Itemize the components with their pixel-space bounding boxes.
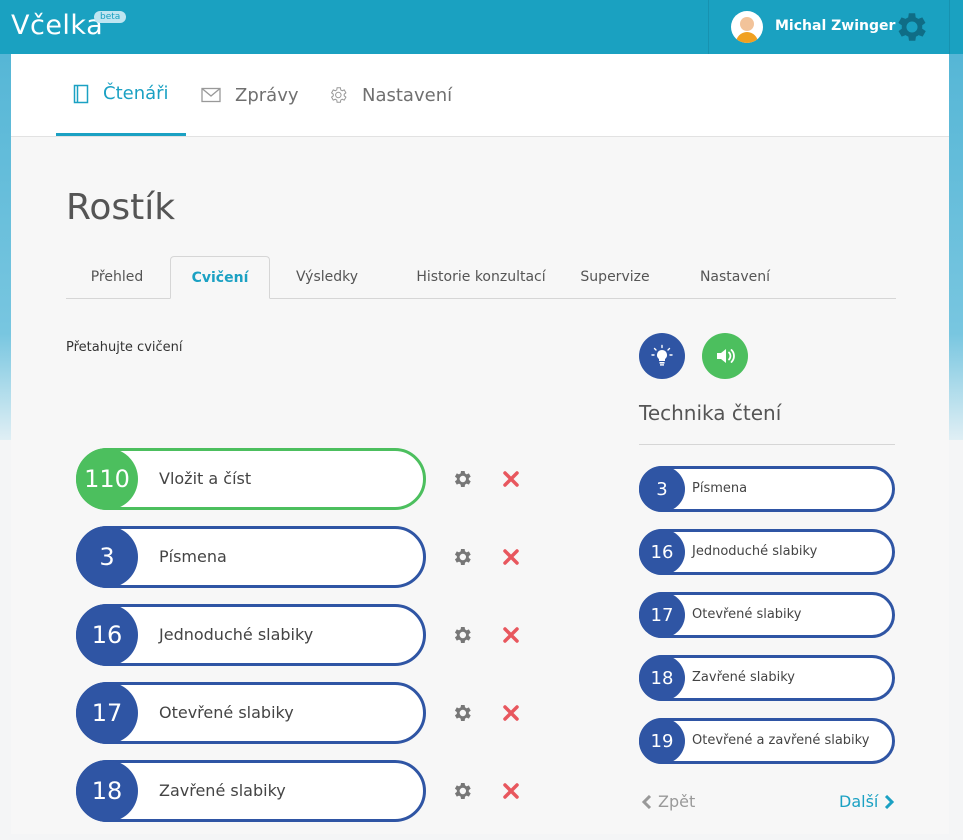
app-logo[interactable]: Včelka xyxy=(11,10,103,41)
delete-x-icon[interactable] xyxy=(501,625,521,645)
top-bar: Včelka beta Michal Zwinger xyxy=(0,0,963,54)
tab-consultation-history[interactable]: Historie konzultací xyxy=(391,256,571,298)
available-exercise-item[interactable]: 19 Otevřené a zavřené slabiky xyxy=(639,718,895,764)
available-exercise-item[interactable]: 18 Zavřené slabiky xyxy=(639,655,895,701)
nav-tab-messages-label: Zprávy xyxy=(235,84,299,106)
nav-tab-settings[interactable]: Nastavení xyxy=(328,54,452,136)
gear-icon xyxy=(328,85,348,105)
exercise-settings-gear-icon[interactable] xyxy=(451,546,473,568)
tab-supervision[interactable]: Supervize xyxy=(571,256,659,298)
nav-tab-readers-label: Čtenáři xyxy=(103,83,169,104)
available-exercise-item[interactable]: 17 Otevřené slabiky xyxy=(639,592,895,638)
exercise-label: Zavřené slabiky xyxy=(159,781,286,800)
delete-x-icon[interactable] xyxy=(501,703,521,723)
tab-settings[interactable]: Nastavení xyxy=(686,256,784,298)
exercise-settings-gear-icon[interactable] xyxy=(451,780,473,802)
available-exercise-label: Zavřené slabiky xyxy=(692,670,795,685)
divider xyxy=(639,444,895,445)
available-exercise-label: Otevřené slabiky xyxy=(692,607,802,622)
exercise-settings-gear-icon[interactable] xyxy=(451,624,473,646)
lightbulb-icon xyxy=(651,344,673,366)
delete-x-icon[interactable] xyxy=(501,781,521,801)
available-exercise-label: Písmena xyxy=(692,481,748,496)
tab-results[interactable]: Výsledky xyxy=(276,256,378,298)
exercise-number: 17 xyxy=(76,682,138,744)
drag-hint: Přetahujte cvičení xyxy=(66,340,183,355)
chevron-left-icon xyxy=(641,794,652,809)
exercise-settings-gear-icon[interactable] xyxy=(451,702,473,724)
avatar-head xyxy=(740,17,754,31)
user-area: Michal Zwinger xyxy=(708,0,950,54)
prev-button[interactable]: Zpět xyxy=(641,792,695,811)
available-exercise-number: 19 xyxy=(639,718,685,764)
exercise-item[interactable]: 3 Písmena xyxy=(76,526,426,588)
audio-button[interactable] xyxy=(702,333,748,379)
exercise-number: 110 xyxy=(76,448,138,510)
speaker-icon xyxy=(717,349,735,363)
available-exercise-label: Jednoduché slabiky xyxy=(692,544,818,559)
nav-tab-readers[interactable]: Čtenáři xyxy=(56,54,186,136)
beta-badge: beta xyxy=(94,11,127,23)
category-title: Technika čtení xyxy=(639,401,782,425)
prev-label: Zpět xyxy=(658,792,696,811)
nav-tab-settings-label: Nastavení xyxy=(362,84,453,106)
available-exercise-number: 16 xyxy=(639,529,685,575)
settings-gear-icon[interactable] xyxy=(893,8,931,46)
exercise-label: Písmena xyxy=(159,547,227,566)
nav-tab-messages[interactable]: Zprávy xyxy=(201,54,299,136)
exercise-settings-gear-icon[interactable] xyxy=(451,468,473,490)
exercise-number: 3 xyxy=(76,526,138,588)
exercise-item[interactable]: 17 Otevřené slabiky xyxy=(76,682,426,744)
exercise-label: Jednoduché slabiky xyxy=(159,625,314,644)
chevron-right-icon xyxy=(885,794,895,809)
avatar-body xyxy=(736,32,758,43)
tab-exercises[interactable]: Cvičení xyxy=(170,256,270,299)
exercise-item[interactable]: 18 Zavřené slabiky xyxy=(76,760,426,822)
delete-x-icon[interactable] xyxy=(501,469,521,489)
avatar[interactable] xyxy=(731,11,763,43)
available-exercise-item[interactable]: 16 Jednoduché slabiky xyxy=(639,529,895,575)
available-exercise-label: Otevřené a zavřené slabiky xyxy=(692,733,870,748)
page-title: Rostík xyxy=(66,187,176,228)
exercise-label: Otevřené slabiky xyxy=(159,703,294,722)
tip-button[interactable] xyxy=(639,333,685,379)
main-card: Čtenáři Zprávy Nastavení Rostík Přehled … xyxy=(11,54,949,834)
book-icon xyxy=(73,84,89,104)
next-label: Další xyxy=(839,792,879,811)
exercise-item[interactable]: 16 Jednoduché slabiky xyxy=(76,604,426,666)
exercise-number: 16 xyxy=(76,604,138,666)
available-exercise-item[interactable]: 3 Písmena xyxy=(639,466,895,512)
user-name[interactable]: Michal Zwinger xyxy=(775,18,895,34)
available-exercise-number: 3 xyxy=(639,466,685,512)
delete-x-icon[interactable] xyxy=(501,547,521,567)
next-button[interactable]: Další xyxy=(839,792,895,811)
envelope-icon xyxy=(201,87,221,103)
main-nav: Čtenáři Zprávy Nastavení xyxy=(11,54,949,137)
exercise-label: Vložit a číst xyxy=(159,469,252,488)
exercise-item[interactable]: 110 Vložit a číst xyxy=(76,448,426,510)
available-exercise-number: 18 xyxy=(639,655,685,701)
tab-overview[interactable]: Přehled xyxy=(66,256,168,298)
sub-tabs: Přehled Cvičení Výsledky Historie konzul… xyxy=(66,256,896,299)
exercise-number: 18 xyxy=(76,760,138,822)
available-exercise-number: 17 xyxy=(639,592,685,638)
